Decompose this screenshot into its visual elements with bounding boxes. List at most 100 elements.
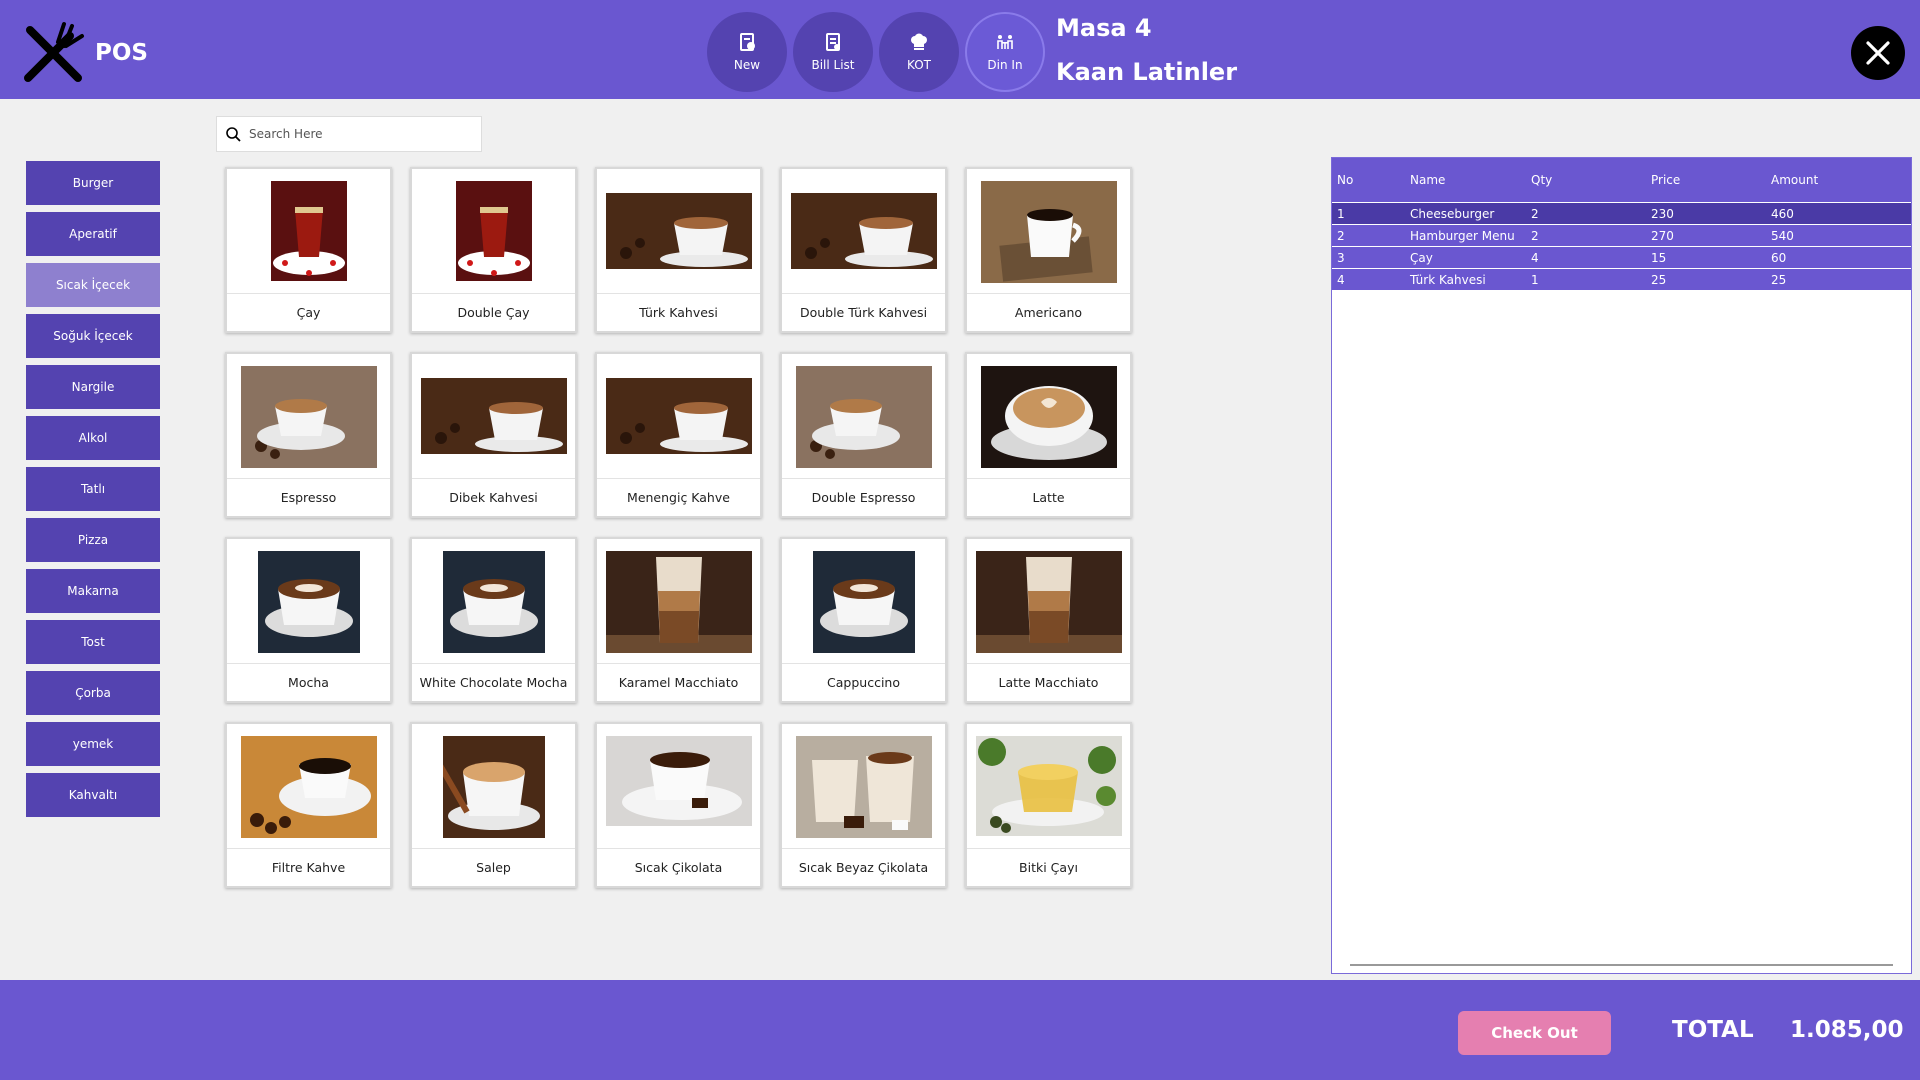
product-card[interactable]: Türk Kahvesi bbox=[595, 167, 762, 333]
chef-hat-icon bbox=[911, 33, 927, 50]
category-burger[interactable]: Burger bbox=[26, 161, 160, 205]
category-alkol[interactable]: Alkol bbox=[26, 416, 160, 460]
product-card[interactable]: Double Espresso bbox=[780, 352, 947, 518]
product-card[interactable]: Çay bbox=[225, 167, 392, 333]
product-name: Espresso bbox=[227, 478, 390, 516]
product-name: Sıcak Beyaz Çikolata bbox=[782, 848, 945, 886]
product-name: Latte bbox=[967, 478, 1130, 516]
product-name: Latte Macchiato bbox=[967, 663, 1130, 701]
product-card[interactable]: Menengiç Kahve bbox=[595, 352, 762, 518]
product-card[interactable]: Latte Macchiato bbox=[965, 537, 1132, 703]
category-tatli[interactable]: Tatlı bbox=[26, 467, 160, 511]
product-card[interactable]: Double Türk Kahvesi bbox=[780, 167, 947, 333]
product-card[interactable]: Double Çay bbox=[410, 167, 577, 333]
product-card[interactable]: Filtre Kahve bbox=[225, 722, 392, 888]
product-name: Menengiç Kahve bbox=[597, 478, 760, 516]
caramel-macchiato-photo bbox=[605, 551, 752, 653]
row-amount: 25 bbox=[1771, 272, 1787, 287]
column-header-qty[interactable]: Qty bbox=[1531, 173, 1651, 187]
kot-button[interactable]: KOT bbox=[879, 12, 959, 92]
category-yemek[interactable]: yemek bbox=[26, 722, 160, 766]
bill-list-button-label: Bill List bbox=[811, 57, 855, 72]
latte-macchiato-photo bbox=[975, 551, 1122, 653]
cappuccino-photo bbox=[812, 551, 915, 653]
close-button[interactable] bbox=[1851, 26, 1905, 80]
table-row[interactable]: 1 Cheeseburger 2 230 460 bbox=[1332, 202, 1911, 224]
category-kahvalti[interactable]: Kahvaltı bbox=[26, 773, 160, 817]
product-card[interactable]: Sıcak Çikolata bbox=[595, 722, 762, 888]
close-icon bbox=[1866, 41, 1890, 65]
dine-in-button[interactable]: Din In bbox=[965, 12, 1045, 92]
row-amount: 460 bbox=[1771, 206, 1794, 221]
hot-chocolate-photo bbox=[605, 736, 752, 826]
category-nargile[interactable]: Nargile bbox=[26, 365, 160, 409]
product-name: Çay bbox=[227, 293, 390, 331]
row-price: 25 bbox=[1651, 272, 1667, 287]
bill-list-button[interactable]: Bill List bbox=[793, 12, 873, 92]
tea-glass-photo bbox=[270, 181, 347, 281]
new-button[interactable]: New bbox=[707, 12, 787, 92]
column-header-amount[interactable]: Amount bbox=[1771, 173, 1911, 187]
search-input[interactable] bbox=[249, 127, 469, 141]
product-name: Double Çay bbox=[412, 293, 575, 331]
category-tost[interactable]: Tost bbox=[26, 620, 160, 664]
table-row[interactable]: 2 Hamburger Menu 2 270 540 bbox=[1332, 224, 1911, 246]
latte-photo bbox=[980, 366, 1117, 468]
product-card[interactable]: Mocha bbox=[225, 537, 392, 703]
mocha-photo bbox=[257, 551, 360, 653]
category-corba[interactable]: Çorba bbox=[26, 671, 160, 715]
product-card[interactable]: Sıcak Beyaz Çikolata bbox=[780, 722, 947, 888]
column-header-name[interactable]: Name bbox=[1410, 173, 1531, 187]
category-makarna[interactable]: Makarna bbox=[26, 569, 160, 613]
product-card[interactable]: Dibek Kahvesi bbox=[410, 352, 577, 518]
product-card[interactable]: Karamel Macchiato bbox=[595, 537, 762, 703]
turkish-coffee-photo bbox=[605, 193, 752, 269]
category-aperatif[interactable]: Aperatif bbox=[26, 212, 160, 256]
search-icon bbox=[226, 127, 241, 142]
product-name: Karamel Macchiato bbox=[597, 663, 760, 701]
product-card[interactable]: Cappuccino bbox=[780, 537, 947, 703]
bottom-bar: Check Out TOTAL 1.085,00 bbox=[0, 980, 1920, 1080]
total-value: 1.085,00 bbox=[1790, 1017, 1904, 1043]
row-name: Türk Kahvesi bbox=[1410, 272, 1486, 287]
table-row[interactable]: 3 Çay 4 15 60 bbox=[1332, 246, 1911, 268]
horizontal-scrollbar[interactable] bbox=[1350, 964, 1893, 966]
kot-button-label: KOT bbox=[907, 57, 931, 72]
order-table: No Name Qty Price Amount 1 Cheeseburger … bbox=[1331, 157, 1912, 974]
product-name: White Chocolate Mocha bbox=[412, 663, 575, 701]
product-grid: Çay Double Çay Türk Kahvesi Double Türk … bbox=[225, 167, 1135, 888]
product-card[interactable]: White Chocolate Mocha bbox=[410, 537, 577, 703]
column-header-price[interactable]: Price bbox=[1651, 173, 1771, 187]
dining-people-icon bbox=[997, 34, 1013, 49]
checkout-button[interactable]: Check Out bbox=[1458, 1011, 1611, 1055]
category-sicak-icecek[interactable]: Sıcak İçecek bbox=[26, 263, 160, 307]
product-name: Cappuccino bbox=[782, 663, 945, 701]
espresso-photo bbox=[240, 366, 377, 468]
product-card[interactable]: Bitki Çayı bbox=[965, 722, 1132, 888]
product-card[interactable]: Espresso bbox=[225, 352, 392, 518]
turkish-coffee-photo bbox=[790, 193, 937, 269]
row-no: 2 bbox=[1337, 228, 1345, 243]
white-chocolate-mocha-photo bbox=[442, 551, 545, 653]
category-pizza[interactable]: Pizza bbox=[26, 518, 160, 562]
column-header-no[interactable]: No bbox=[1337, 173, 1410, 187]
row-price: 270 bbox=[1651, 228, 1674, 243]
search-box bbox=[216, 116, 482, 152]
product-card[interactable]: Salep bbox=[410, 722, 577, 888]
salep-photo bbox=[442, 736, 545, 838]
table-row[interactable]: 4 Türk Kahvesi 1 25 25 bbox=[1332, 268, 1911, 290]
product-card[interactable]: Americano bbox=[965, 167, 1132, 333]
product-name: Sıcak Çikolata bbox=[597, 848, 760, 886]
row-name: Cheeseburger bbox=[1410, 206, 1495, 221]
double-espresso-photo bbox=[795, 366, 932, 468]
tea-glass-photo bbox=[455, 181, 532, 281]
top-bar: POS New Bill List KOT Din In Masa 4 Kaan… bbox=[0, 0, 1920, 99]
category-soguk-icecek[interactable]: Soğuk İçecek bbox=[26, 314, 160, 358]
new-bill-icon bbox=[740, 32, 755, 51]
row-name: Hamburger Menu bbox=[1410, 228, 1515, 243]
product-name: Bitki Çayı bbox=[967, 848, 1130, 886]
product-name: Filtre Kahve bbox=[227, 848, 390, 886]
product-name: Türk Kahvesi bbox=[597, 293, 760, 331]
product-card[interactable]: Latte bbox=[965, 352, 1132, 518]
row-price: 15 bbox=[1651, 250, 1667, 265]
